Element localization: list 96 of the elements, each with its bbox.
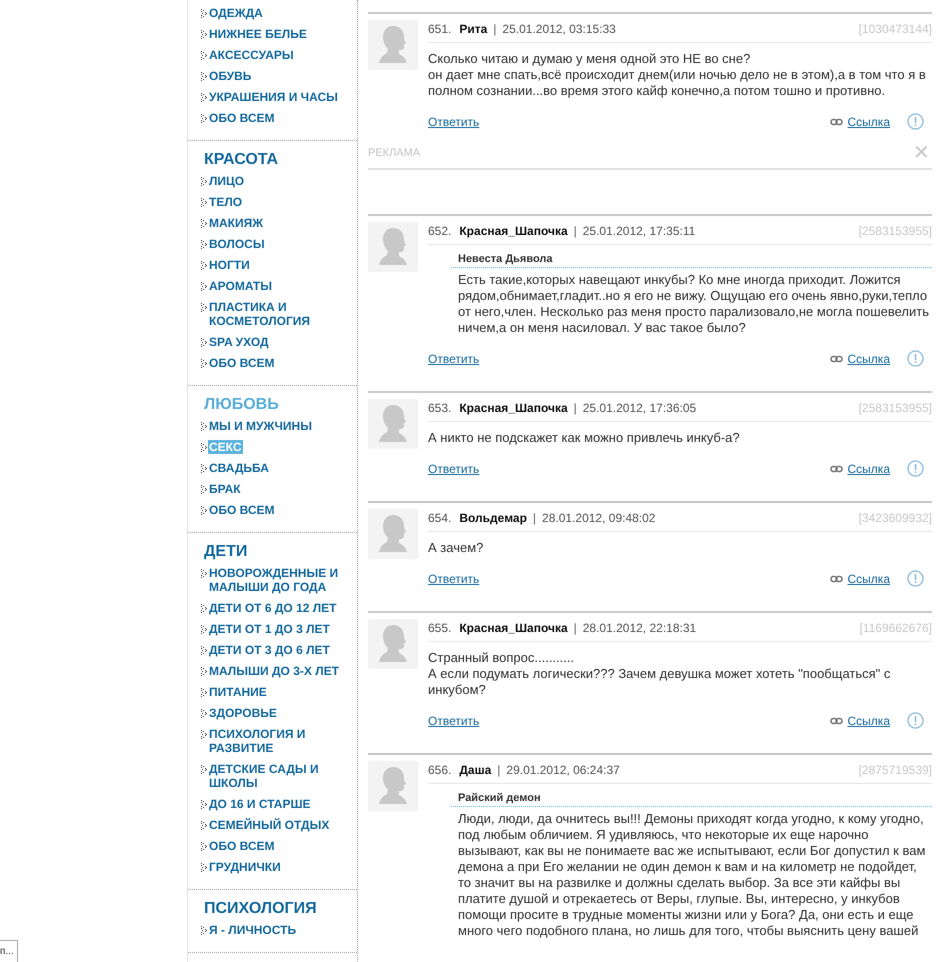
category-link[interactable]: ДЕТИ ОТ 3 ДО 6 ЛЕТ (208, 643, 331, 657)
separator: | (493, 22, 496, 36)
category-link[interactable]: ОБУВЬ (208, 69, 252, 83)
avatar-icon (368, 619, 418, 669)
comment-text: А зачем? (428, 540, 484, 556)
author-name: Рита (459, 22, 488, 36)
comment-text: Сколько читаю и думаю у меня одной это НЕ во сне? он дает мне спать,всё происходит днем(или ночью дело не в этом),а в том что я в полном сознании...во время этого кайф конечно,а потом тошно и противно. (428, 51, 927, 99)
separator: | (574, 401, 577, 415)
category-link[interactable]: МАКИЯЖ (208, 216, 264, 230)
reply-link[interactable]: Ответить (428, 462, 480, 476)
tooltip: п... (0, 940, 18, 962)
separator: | (574, 621, 577, 635)
comment-number: 656. (428, 763, 452, 777)
report-icon[interactable] (907, 570, 924, 587)
category-link[interactable]: ЗДОРОВЬЕ (208, 706, 278, 720)
chain-link-icon (830, 118, 843, 126)
category-link[interactable]: СВАДЬБА (208, 461, 270, 475)
author-name: Вольдемар (459, 511, 527, 525)
category-link[interactable]: ЛИЦО (208, 174, 246, 188)
category-link[interactable]: ОБО ВСЕМ (208, 111, 276, 125)
category-link[interactable]: ДЕТИ ОТ 1 ДО 3 ЛЕТ (208, 622, 331, 636)
chain-link-icon (830, 716, 843, 724)
category-link[interactable]: ДЕТСКИЕ САДЫ И ШКОЛЫ (208, 762, 350, 790)
reply-link[interactable]: Ответить (428, 114, 480, 128)
ad-label: РЕКЛАМА (368, 147, 420, 159)
category-link[interactable]: БРАК (208, 482, 242, 496)
separator: | (497, 763, 500, 777)
category-link[interactable]: ОДЕЖДА (208, 6, 264, 20)
permalink[interactable]: Ссылка (848, 462, 890, 476)
comment-text: Странный вопрос........... А если подумать логически??? Зачем девушка может хотеть "пообщаться" с инкубом? (428, 650, 892, 698)
category-link[interactable]: ОБО ВСЕМ (208, 839, 276, 853)
section-heading[interactable]: КРАСОТА (204, 151, 357, 169)
reply-link[interactable]: Ответить (428, 572, 480, 586)
quoted-author: Невеста Дьявола (451, 253, 932, 268)
report-icon[interactable] (907, 113, 924, 130)
report-icon[interactable] (907, 712, 924, 729)
category-link[interactable]: SPA УХОД (208, 335, 270, 349)
category-link[interactable]: НОГТИ (208, 258, 251, 272)
author-name: Красная_Шапочка (459, 401, 568, 415)
reply-link[interactable]: Ответить (428, 352, 480, 366)
category-link[interactable]: МЫ И МУЖЧИНЫ (208, 419, 313, 433)
quoted-author: Райский демон (451, 792, 932, 807)
category-link[interactable]: ПСИХОЛОГИЯ И РАЗВИТИЕ (208, 727, 350, 755)
section-heading[interactable]: ПСИХОЛОГИЯ (204, 900, 357, 918)
category-link[interactable]: АКСЕССУАРЫ (208, 48, 295, 62)
category-link[interactable]: НОВОРОЖДЕННЫЕ И МАЛЫШИ ДО ГОДА (208, 566, 350, 594)
separator: | (532, 511, 536, 525)
category-link[interactable]: ОБО ВСЕМ (208, 503, 276, 517)
comment-date: 25.01.2012, 17:35:11 (582, 224, 696, 238)
category-link[interactable]: ТЕЛО (208, 195, 244, 209)
quoted-text: Есть такие,которых навещают инкубы? Ко мне иногда приходит. Ложится рядом,обнимает,гладит..но я его не вижу. Ощущаю его очень явно,руки,тепло от него,член. Несколько раз меня просто парализовало,не могла пошевелить ничем,а он меня насиловал. У вас такое было? (457, 272, 930, 336)
permalink[interactable]: Ссылка (848, 114, 890, 128)
comment-date: 28.01.2012, 22:18:31 (582, 621, 696, 635)
report-icon[interactable] (907, 460, 924, 477)
reply-link[interactable]: Ответить (428, 714, 480, 728)
category-link[interactable]: Я - ЛИЧНОСТЬ (208, 923, 298, 937)
avatar-icon (368, 509, 418, 559)
category-link[interactable]: ДЕТИ ОТ 6 ДО 12 ЛЕТ (208, 601, 338, 615)
author-name: Даша (459, 763, 492, 777)
category-link[interactable]: СЕМЕЙНЫЙ ОТДЫХ (208, 818, 330, 832)
quoted-text: Люди, люди, да очнитесь вы!!! Демоны приходят когда угодно, к кому угодно, под любым обличием. Я удивляюсь, что некоторые их еще нарочно вызывают, как вы не понимаете вас же испытывают, если Бог допустил к вам демона а при Его желании не один демон к вам и на километр не подойдет, то значит вы на развилке и должны сделать выбор. За все эти кайфы вы платите душой и отрекаетесь от Веры, глупые. Вы, интересно, у инкубов помощи просите в трудные моменты жизни или у Бога? Да, они есть и еще много чего подобного плана, но лишь для того, чтобы выяснить цену вашей (457, 811, 926, 939)
avatar-icon (368, 20, 418, 70)
comment-date: 25.01.2012, 17:36:05 (582, 401, 696, 415)
comment-number: 653. (428, 401, 452, 415)
category-link[interactable]: АРОМАТЫ (208, 279, 273, 293)
comment-number: 654. (428, 511, 452, 525)
chain-link-icon (830, 354, 843, 362)
comment-date: 28.01.2012, 09:48:02 (542, 511, 656, 525)
comment-text: А никто не подскажет как можно привлечь инкуб-а? (428, 430, 741, 446)
category-link[interactable]: ОБО ВСЕМ (208, 356, 276, 370)
author-name: Красная_Шапочка (459, 621, 568, 635)
avatar-icon (368, 222, 418, 272)
permalink[interactable]: Ссылка (848, 352, 890, 366)
separator: | (574, 224, 577, 238)
comment-number: 655. (428, 621, 452, 635)
permalink[interactable]: Ссылка (848, 714, 890, 728)
chain-link-icon (830, 464, 843, 472)
comment-date: 25.01.2012, 03:15:33 (502, 22, 616, 36)
category-link[interactable]: ВОЛОСЫ (208, 237, 266, 251)
category-link[interactable]: ПИТАНИЕ (208, 685, 268, 699)
category-link[interactable]: ГРУДНИЧКИ (208, 860, 282, 874)
category-link[interactable]: УКРАШЕНИЯ И ЧАСЫ (208, 90, 339, 104)
chain-link-icon (830, 574, 843, 582)
category-link[interactable]: НИЖНЕЕ БЕЛЬЕ (208, 27, 308, 41)
author-name: Красная_Шапочка (459, 224, 568, 238)
category-link[interactable]: ДО 16 И СТАРШЕ (208, 797, 312, 811)
avatar-icon (368, 761, 418, 811)
permalink[interactable]: Ссылка (848, 572, 890, 586)
comment-date: 29.01.2012, 06:24:37 (506, 763, 620, 777)
comment-number: 652. (428, 224, 452, 238)
category-link[interactable]: МАЛЫШИ ДО 3-Х ЛЕТ (208, 664, 340, 678)
comment-number: 651. (428, 22, 452, 36)
avatar-icon (368, 399, 418, 449)
section-heading[interactable]: ДЕТИ (204, 543, 357, 561)
report-icon[interactable] (907, 350, 924, 367)
category-link[interactable]: ПЛАСТИКА И КОСМЕТОЛОГИЯ (208, 300, 350, 328)
